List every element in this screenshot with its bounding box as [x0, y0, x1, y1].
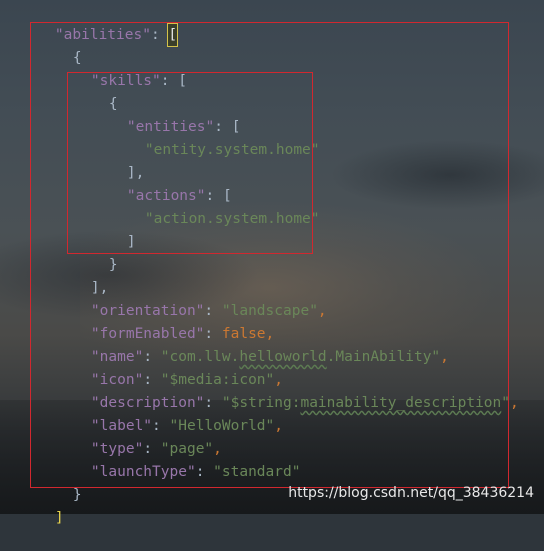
json-string: .MainAbility" [326, 349, 441, 365]
code-line-orientation: "orientation": "landscape", [56, 278, 327, 319]
json-bracket: ] [126, 234, 136, 250]
matched-bracket: ] [54, 510, 64, 526]
watermark-url: https://blog.csdn.net/qq_38436214 [288, 485, 534, 501]
json-string: "action.system.home" [144, 211, 320, 227]
json-comma: , [510, 395, 519, 411]
code-line-entity-value: "entity.system.home" [110, 117, 320, 158]
code-line-open-object: { [38, 25, 82, 66]
spellcheck-word: mainability_description [300, 395, 502, 411]
json-colon: : [160, 73, 179, 89]
json-brace: } [72, 487, 82, 503]
json-comma: , [274, 418, 283, 434]
code-line-label: "label": "HelloWorld", [56, 393, 283, 434]
code-line-entities: "entities": [ [92, 94, 241, 135]
code-line-launchType: "launchType": "standard" [56, 439, 301, 480]
code-line-type: "type": "page", [56, 416, 222, 457]
code-line-formEnabled: "formEnabled": false, [56, 301, 274, 342]
json-comma: , [440, 349, 449, 365]
code-line-close-skill: } [74, 232, 118, 273]
matched-bracket: [ [167, 23, 179, 47]
json-colon: : [150, 27, 169, 43]
json-key: "launchType" [90, 464, 196, 480]
json-string: " [501, 395, 510, 411]
code-line-close-object: } [38, 462, 82, 503]
json-colon: : [195, 464, 214, 480]
code-line-open-skill: { [74, 71, 118, 112]
code-line-icon: "icon": "$media:icon", [56, 347, 283, 388]
code-line-description: "description": "$string:mainability_desc… [56, 370, 519, 411]
code-editor[interactable]: "abilities": [ { "skills": [ { "entities… [0, 0, 544, 526]
code-line-action-value: "action.system.home" [110, 186, 320, 227]
code-line-close-actions: ] [92, 209, 136, 250]
json-comma: , [317, 303, 327, 319]
code-line-actions: "actions": [ [92, 163, 232, 204]
code-line-close-abilities: ] [20, 485, 64, 526]
code-line-close-skills: ], [56, 255, 108, 296]
json-brace: } [108, 257, 118, 273]
code-line-close-entities: ], [92, 140, 144, 181]
code-line-name: "name": "com.llw.helloworld.MainAbility"… [56, 324, 449, 365]
json-string: "entity.system.home" [144, 142, 320, 158]
json-string: "standard" [213, 464, 301, 480]
json-bracket: [ [178, 73, 187, 89]
code-line-abilities: "abilities": [ [20, 2, 179, 47]
code-line-skills: "skills": [ [56, 48, 187, 89]
